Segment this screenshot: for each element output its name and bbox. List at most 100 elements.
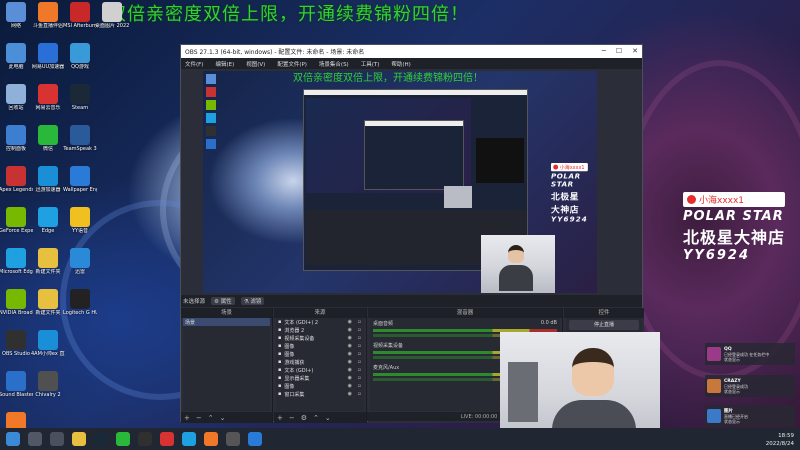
lock-icon[interactable]: ▫ bbox=[358, 343, 361, 349]
notification-card[interactable]: 图片 直播已经开启 状态显示 bbox=[705, 405, 795, 427]
desktop-icon-folder3[interactable]: 4AM小帅ex 直播 bbox=[31, 330, 65, 368]
notification-card[interactable]: QQ 已经登录成功 在任务栏中 状态显示 bbox=[705, 343, 795, 365]
menu-item[interactable]: 帮助(H) bbox=[391, 60, 410, 68]
visibility-eye-icon[interactable]: ◉ bbox=[348, 375, 352, 381]
visibility-eye-icon[interactable]: ◉ bbox=[348, 391, 352, 397]
lock-icon[interactable]: ▫ bbox=[358, 359, 361, 365]
visibility-eye-icon[interactable]: ◉ bbox=[348, 351, 352, 357]
desktop-icon-recycle-bin[interactable]: 回收站 bbox=[0, 84, 32, 122]
desktop-icon-teamspeak[interactable]: TeamSpeak 3 bbox=[63, 125, 97, 163]
desktop-icon-douyu-companion[interactable]: 斗鱼直播伴侣 bbox=[32, 2, 64, 40]
desktop-icon-edge[interactable]: Microsoft Edge bbox=[0, 248, 33, 286]
visibility-eye-icon[interactable]: ◉ bbox=[348, 319, 352, 325]
visibility-eye-icon[interactable]: ◉ bbox=[348, 383, 352, 389]
desktop-icon-image-file[interactable]: 桌面图片 2022062... bbox=[95, 2, 129, 40]
menu-item[interactable]: 文件(F) bbox=[185, 60, 203, 68]
netease-taskbar-icon[interactable] bbox=[160, 432, 174, 446]
maximize-icon[interactable]: ☐ bbox=[616, 47, 622, 55]
task-view-icon[interactable] bbox=[50, 432, 64, 446]
desktop-icon-edge2[interactable]: Edge bbox=[32, 207, 64, 245]
desktop-icon-apex[interactable]: Apex Legends bbox=[0, 166, 33, 204]
obs-preview[interactable]: 双倍亲密度双倍上限，开通续费锦粉四倍！ 小海xxxx1 POLAR STAR 北… bbox=[203, 71, 597, 293]
remove-scene-button[interactable]: − bbox=[196, 414, 202, 422]
scene-item[interactable]: 场景 bbox=[183, 318, 270, 326]
desktop-icon-computer[interactable]: 此电脑 bbox=[0, 43, 32, 81]
source-item[interactable]: ▪ 图像 ◉ ▫ bbox=[276, 350, 364, 358]
search-icon[interactable] bbox=[28, 432, 42, 446]
desktop-icon-steam[interactable]: Steam bbox=[64, 84, 96, 122]
lock-icon[interactable]: ▫ bbox=[358, 335, 361, 341]
source-item[interactable]: ▪ 视频采集设备 ◉ ▫ bbox=[276, 334, 364, 342]
visibility-eye-icon[interactable]: ◉ bbox=[348, 367, 352, 373]
filters-button[interactable]: ⚗ 滤镜 bbox=[240, 297, 265, 305]
edge-taskbar-icon[interactable] bbox=[182, 432, 196, 446]
scene-up-button[interactable]: ⌃ bbox=[208, 414, 214, 422]
desktop-icon-chivalry[interactable]: Chivalry 2 bbox=[32, 371, 64, 409]
control-button[interactable]: 停止直播 bbox=[569, 320, 639, 330]
lock-icon[interactable]: ▫ bbox=[358, 375, 361, 381]
desktop-icon-control-panel[interactable]: 控制面板 bbox=[0, 125, 32, 163]
desktop-icon-afterburner[interactable]: MSI Afterburner bbox=[63, 2, 97, 40]
source-item[interactable]: ▪ 浏览器 2 ◉ ▫ bbox=[276, 326, 364, 334]
menu-item[interactable]: 视图(V) bbox=[246, 60, 265, 68]
menu-item[interactable]: 配置文件(P) bbox=[277, 60, 307, 68]
lock-icon[interactable]: ▫ bbox=[358, 367, 361, 373]
desktop-icon-ghub[interactable]: Logitech G HUB bbox=[63, 289, 97, 327]
menu-item[interactable]: 编辑(E) bbox=[215, 60, 234, 68]
source-item[interactable]: ▪ 显示器采集 ◉ ▫ bbox=[276, 374, 364, 382]
close-icon[interactable]: ✕ bbox=[632, 47, 638, 55]
source-item[interactable]: ▪ 图像 ◉ ▫ bbox=[276, 382, 364, 390]
lock-icon[interactable]: ▫ bbox=[358, 327, 361, 333]
source-item[interactable]: ▪ 文本 (GDI+) ◉ ▫ bbox=[276, 366, 364, 374]
source-item[interactable]: ▪ 窗口采集 ◉ ▫ bbox=[276, 390, 364, 398]
source-item[interactable]: ▪ 游戏捕获 ◉ ▫ bbox=[276, 358, 364, 366]
lock-icon[interactable]: ▫ bbox=[358, 319, 361, 325]
source-up-button[interactable]: ⌃ bbox=[313, 414, 319, 422]
remove-source-button[interactable]: − bbox=[289, 414, 295, 422]
steam-taskbar-icon[interactable] bbox=[94, 432, 108, 446]
menu-item[interactable]: 场景集合(S) bbox=[319, 60, 349, 68]
douyu-taskbar-icon[interactable] bbox=[204, 432, 218, 446]
desktop-icon-sound-blaster[interactable]: Sound Blaster Comma... bbox=[0, 371, 33, 409]
desktop-icon-wallpaper-engine[interactable]: Wallpaper Engine bbox=[63, 166, 97, 204]
visibility-eye-icon[interactable]: ◉ bbox=[348, 359, 352, 365]
desktop-icon-thunder[interactable]: 迅雷 bbox=[64, 248, 96, 286]
menu-item[interactable]: 工具(T) bbox=[361, 60, 380, 68]
wallpaper-engine-taskbar-icon[interactable] bbox=[248, 432, 262, 446]
add-source-button[interactable]: + bbox=[277, 414, 283, 422]
scene-down-button[interactable]: ⌄ bbox=[220, 414, 226, 422]
minimize-icon[interactable]: ─ bbox=[602, 47, 606, 55]
start-icon[interactable] bbox=[6, 432, 20, 446]
lock-icon[interactable]: ▫ bbox=[358, 391, 361, 397]
desktop-icon-qq-game[interactable]: QQ游戏 bbox=[64, 43, 96, 81]
desktop-icon-obs[interactable]: OBS Studio bbox=[0, 330, 32, 368]
desktop-icon-nvidia-broadcast[interactable]: NVIDIA Broadcast bbox=[0, 289, 33, 327]
visibility-eye-icon[interactable]: ◉ bbox=[348, 343, 352, 349]
file-explorer-icon[interactable] bbox=[72, 432, 86, 446]
visibility-eye-icon[interactable]: ◉ bbox=[348, 327, 352, 333]
desktop-icon-uu[interactable]: 网易UU加速器 bbox=[32, 43, 64, 81]
desktop-icon-netease-music[interactable]: 网易云音乐 bbox=[32, 84, 64, 122]
source-item[interactable]: ▪ 文本 (GDI+) 2 ◉ ▫ bbox=[276, 318, 364, 326]
properties-button[interactable]: ⚙ 属性 bbox=[211, 297, 235, 305]
desktop-icon-yy[interactable]: YY语音 bbox=[64, 207, 96, 245]
notification-card[interactable]: CRAZY 已经登录成功 状态显示 bbox=[705, 375, 795, 397]
desktop-icon-network[interactable]: 网络 bbox=[0, 2, 32, 40]
lock-icon[interactable]: ▫ bbox=[358, 351, 361, 357]
desktop-icon-geforce[interactable]: GeForce Experience bbox=[0, 207, 33, 245]
source-settings-icon[interactable]: ⚙ bbox=[301, 414, 307, 422]
app-taskbar-icon[interactable] bbox=[226, 432, 240, 446]
source-item[interactable]: ▪ 图像 ◉ ▫ bbox=[276, 342, 364, 350]
source-down-button[interactable]: ⌄ bbox=[325, 414, 331, 422]
desktop-icon-folder2[interactable]: 新建文件夹 bbox=[32, 289, 64, 327]
add-scene-button[interactable]: + bbox=[184, 414, 190, 422]
lock-icon[interactable]: ▫ bbox=[358, 383, 361, 389]
desktop-icon-xunyou[interactable]: 迅游加速器 bbox=[32, 166, 64, 204]
obs-titlebar[interactable]: OBS 27.1.3 (64-bit, windows) - 配置文件: 未命名… bbox=[181, 45, 642, 58]
desktop-icon-folder[interactable]: 新建文件夹 bbox=[32, 248, 64, 286]
system-tray-clock[interactable]: 18:59 2022/8/24 bbox=[766, 432, 794, 448]
obs-taskbar-icon[interactable] bbox=[138, 432, 152, 446]
wechat-taskbar-icon[interactable] bbox=[116, 432, 130, 446]
desktop-icon-wechat[interactable]: 微信 bbox=[32, 125, 64, 163]
visibility-eye-icon[interactable]: ◉ bbox=[348, 335, 352, 341]
